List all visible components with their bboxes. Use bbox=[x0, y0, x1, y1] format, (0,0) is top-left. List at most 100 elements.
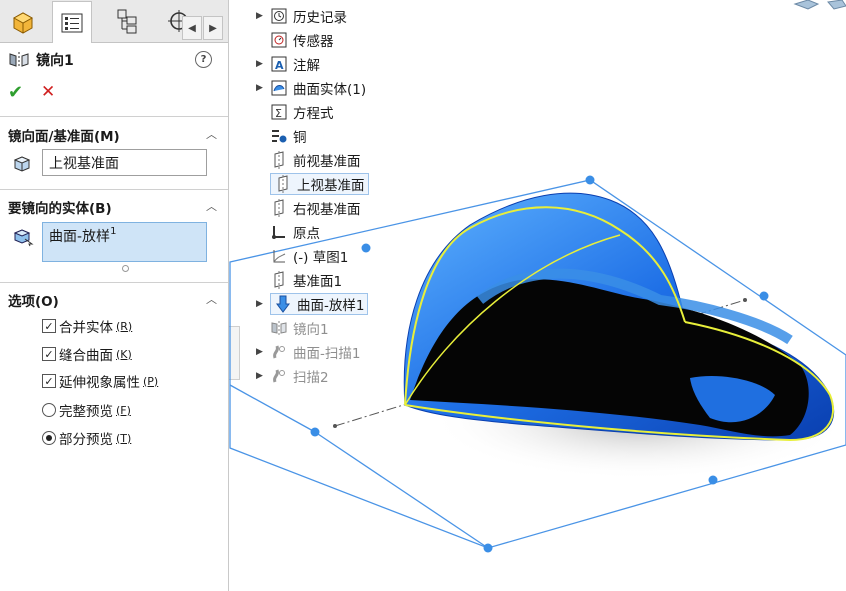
tree-item-content[interactable]: (-) 草图1 bbox=[270, 246, 348, 266]
view-orientation-icon[interactable] bbox=[793, 0, 820, 10]
tree-item-label: 右视基准面 bbox=[293, 202, 361, 218]
tree-item[interactable]: ▶ 历史记录 bbox=[256, 5, 347, 27]
tree-item[interactable]: 镜向1 bbox=[256, 317, 329, 339]
group-mirror-face-header[interactable]: 镜向面/基准面(M) bbox=[8, 125, 120, 145]
expand-arrow-icon[interactable]: ▶ bbox=[256, 299, 270, 309]
tree-item-label: 镜向1 bbox=[293, 322, 329, 338]
chevron-left-icon: ◀ bbox=[188, 22, 196, 34]
checkmark-icon: ✔ bbox=[8, 82, 24, 103]
plane-handle[interactable] bbox=[585, 175, 595, 185]
tree-item-content[interactable]: 原点 bbox=[270, 222, 320, 242]
expand-arrow-icon[interactable]: ▶ bbox=[256, 371, 270, 381]
tabs-scroll-right-button[interactable]: ▶ bbox=[203, 16, 223, 40]
svg-text:A: A bbox=[275, 59, 284, 72]
checkbox-hotkey: (K) bbox=[116, 347, 132, 361]
tab-property-manager[interactable] bbox=[52, 1, 92, 43]
tree-item-content[interactable]: 曲面实体(1) bbox=[270, 78, 366, 98]
body-item[interactable]: 曲面-放样 bbox=[49, 229, 110, 245]
tree-item-label: 原点 bbox=[293, 226, 320, 242]
checkbox[interactable]: ✓ bbox=[42, 374, 56, 388]
plane-handle[interactable] bbox=[310, 427, 320, 437]
plane-handle[interactable] bbox=[708, 475, 718, 485]
bodies-selection-box[interactable]: 曲面-放样1 bbox=[42, 222, 207, 262]
tree-item-content[interactable]: A 注解 bbox=[270, 54, 320, 74]
history-icon bbox=[270, 8, 288, 24]
expand-arrow-icon[interactable]: ▶ bbox=[256, 347, 270, 357]
axis-endpoint bbox=[743, 298, 747, 302]
tree-item-content[interactable]: 历史记录 bbox=[270, 6, 347, 26]
sensor-icon bbox=[270, 32, 288, 48]
radio[interactable] bbox=[42, 431, 56, 445]
radio-partial-preview[interactable]: 部分预览 (T) bbox=[42, 428, 131, 448]
divider bbox=[0, 282, 228, 283]
plane-handle[interactable] bbox=[483, 543, 493, 553]
tree-item[interactable]: 前视基准面 bbox=[256, 149, 361, 171]
face-plane-icon bbox=[13, 156, 31, 172]
tree-item[interactable]: ▶ 曲面实体(1) bbox=[256, 77, 366, 99]
expand-arrow-icon[interactable]: ▶ bbox=[256, 11, 270, 21]
tree-item-content[interactable]: 上视基准面 bbox=[270, 173, 369, 195]
body-item-suffix: 1 bbox=[110, 226, 117, 237]
tree-item[interactable]: Σ 方程式 bbox=[256, 101, 334, 123]
tree-item-content[interactable]: 镜向1 bbox=[270, 318, 329, 338]
view-orientation-icon[interactable] bbox=[827, 0, 846, 10]
tree-item-content[interactable]: 前视基准面 bbox=[270, 150, 361, 170]
expand-arrow-icon[interactable]: ▶ bbox=[256, 83, 270, 93]
tree-item[interactable]: 铜 bbox=[256, 125, 307, 147]
tree-item-content[interactable]: 铜 bbox=[270, 126, 307, 146]
checkbox-merge-bodies[interactable]: ✓ 合并实体 (R) bbox=[42, 316, 132, 336]
tree-item-content[interactable]: 基准面1 bbox=[270, 270, 342, 290]
tree-item-content[interactable]: 传感器 bbox=[270, 30, 334, 50]
tree-item[interactable]: (-) 草图1 bbox=[256, 245, 348, 267]
tree-item-content[interactable]: 曲面-放样1 bbox=[270, 293, 369, 315]
material-icon bbox=[270, 128, 288, 144]
tree-item[interactable]: 上视基准面 bbox=[256, 173, 369, 195]
question-icon: ? bbox=[200, 54, 207, 65]
tab-feature-manager[interactable] bbox=[4, 2, 42, 40]
tab-configuration-manager[interactable] bbox=[108, 2, 146, 40]
radio-hotkey: (T) bbox=[116, 431, 132, 445]
feature-title: 镜向1 bbox=[8, 50, 74, 70]
tree-item[interactable]: ▶ 曲面-放样1 bbox=[256, 293, 369, 315]
mirror-face-field[interactable]: 上视基准面 bbox=[42, 149, 207, 176]
checkbox-label: 合并实体 bbox=[59, 320, 113, 336]
resize-grip-icon[interactable] bbox=[122, 265, 129, 272]
tree-item[interactable]: ▶ 扫描2 bbox=[256, 365, 329, 387]
ok-button[interactable]: ✔ bbox=[8, 82, 23, 103]
tree-item-content[interactable]: Σ 方程式 bbox=[270, 102, 334, 122]
equation-icon: Σ bbox=[270, 104, 288, 120]
checkbox[interactable]: ✓ bbox=[42, 347, 56, 361]
radio[interactable] bbox=[42, 403, 56, 417]
checkbox-label: 缝合曲面 bbox=[59, 348, 113, 364]
checkbox-propagate-visual-properties[interactable]: ✓ 延伸视象属性 (P) bbox=[42, 371, 158, 391]
tree-item[interactable]: ▶ 曲面-扫描1 bbox=[256, 341, 360, 363]
tree-item[interactable]: ▶ A 注解 bbox=[256, 53, 320, 75]
tabs-scroll-left-button[interactable]: ◀ bbox=[182, 16, 202, 40]
tree-item-content[interactable]: 右视基准面 bbox=[270, 198, 361, 218]
radio-full-preview[interactable]: 完整预览 (F) bbox=[42, 400, 131, 420]
tree-item-label: 前视基准面 bbox=[293, 154, 361, 170]
expand-arrow-icon[interactable]: ▶ bbox=[256, 59, 270, 69]
checkbox[interactable]: ✓ bbox=[42, 319, 56, 333]
annotation-icon: A bbox=[270, 56, 288, 72]
tree-item-content[interactable]: 扫描2 bbox=[270, 366, 329, 386]
cancel-button[interactable]: ✕ bbox=[41, 82, 55, 102]
checkbox-knit-surfaces[interactable]: ✓ 缝合曲面 (K) bbox=[42, 344, 132, 364]
tree-item-content[interactable]: 曲面-扫描1 bbox=[270, 342, 360, 362]
help-button[interactable]: ? bbox=[195, 51, 212, 68]
plane-handle[interactable] bbox=[759, 291, 769, 301]
group-bodies-header[interactable]: 要镜向的实体(B) bbox=[8, 197, 112, 217]
group-options-header[interactable]: 选项(O) bbox=[8, 290, 59, 310]
bodies-selection-icon bbox=[13, 229, 34, 247]
chevron-up-icon[interactable]: ︿ bbox=[206, 291, 217, 307]
tree-item-label: 曲面-放样1 bbox=[297, 298, 365, 314]
chevron-up-icon[interactable]: ︿ bbox=[206, 198, 217, 214]
tree-item[interactable]: 传感器 bbox=[256, 29, 334, 51]
sweep-surface-icon bbox=[270, 344, 288, 360]
tree-item-label: 曲面实体(1) bbox=[293, 82, 367, 98]
tree-item[interactable]: 右视基准面 bbox=[256, 197, 361, 219]
tree-item[interactable]: 原点 bbox=[256, 221, 320, 243]
chevron-up-icon[interactable]: ︿ bbox=[206, 126, 217, 142]
tree-item[interactable]: 基准面1 bbox=[256, 269, 342, 291]
plane-handle[interactable] bbox=[361, 243, 371, 253]
